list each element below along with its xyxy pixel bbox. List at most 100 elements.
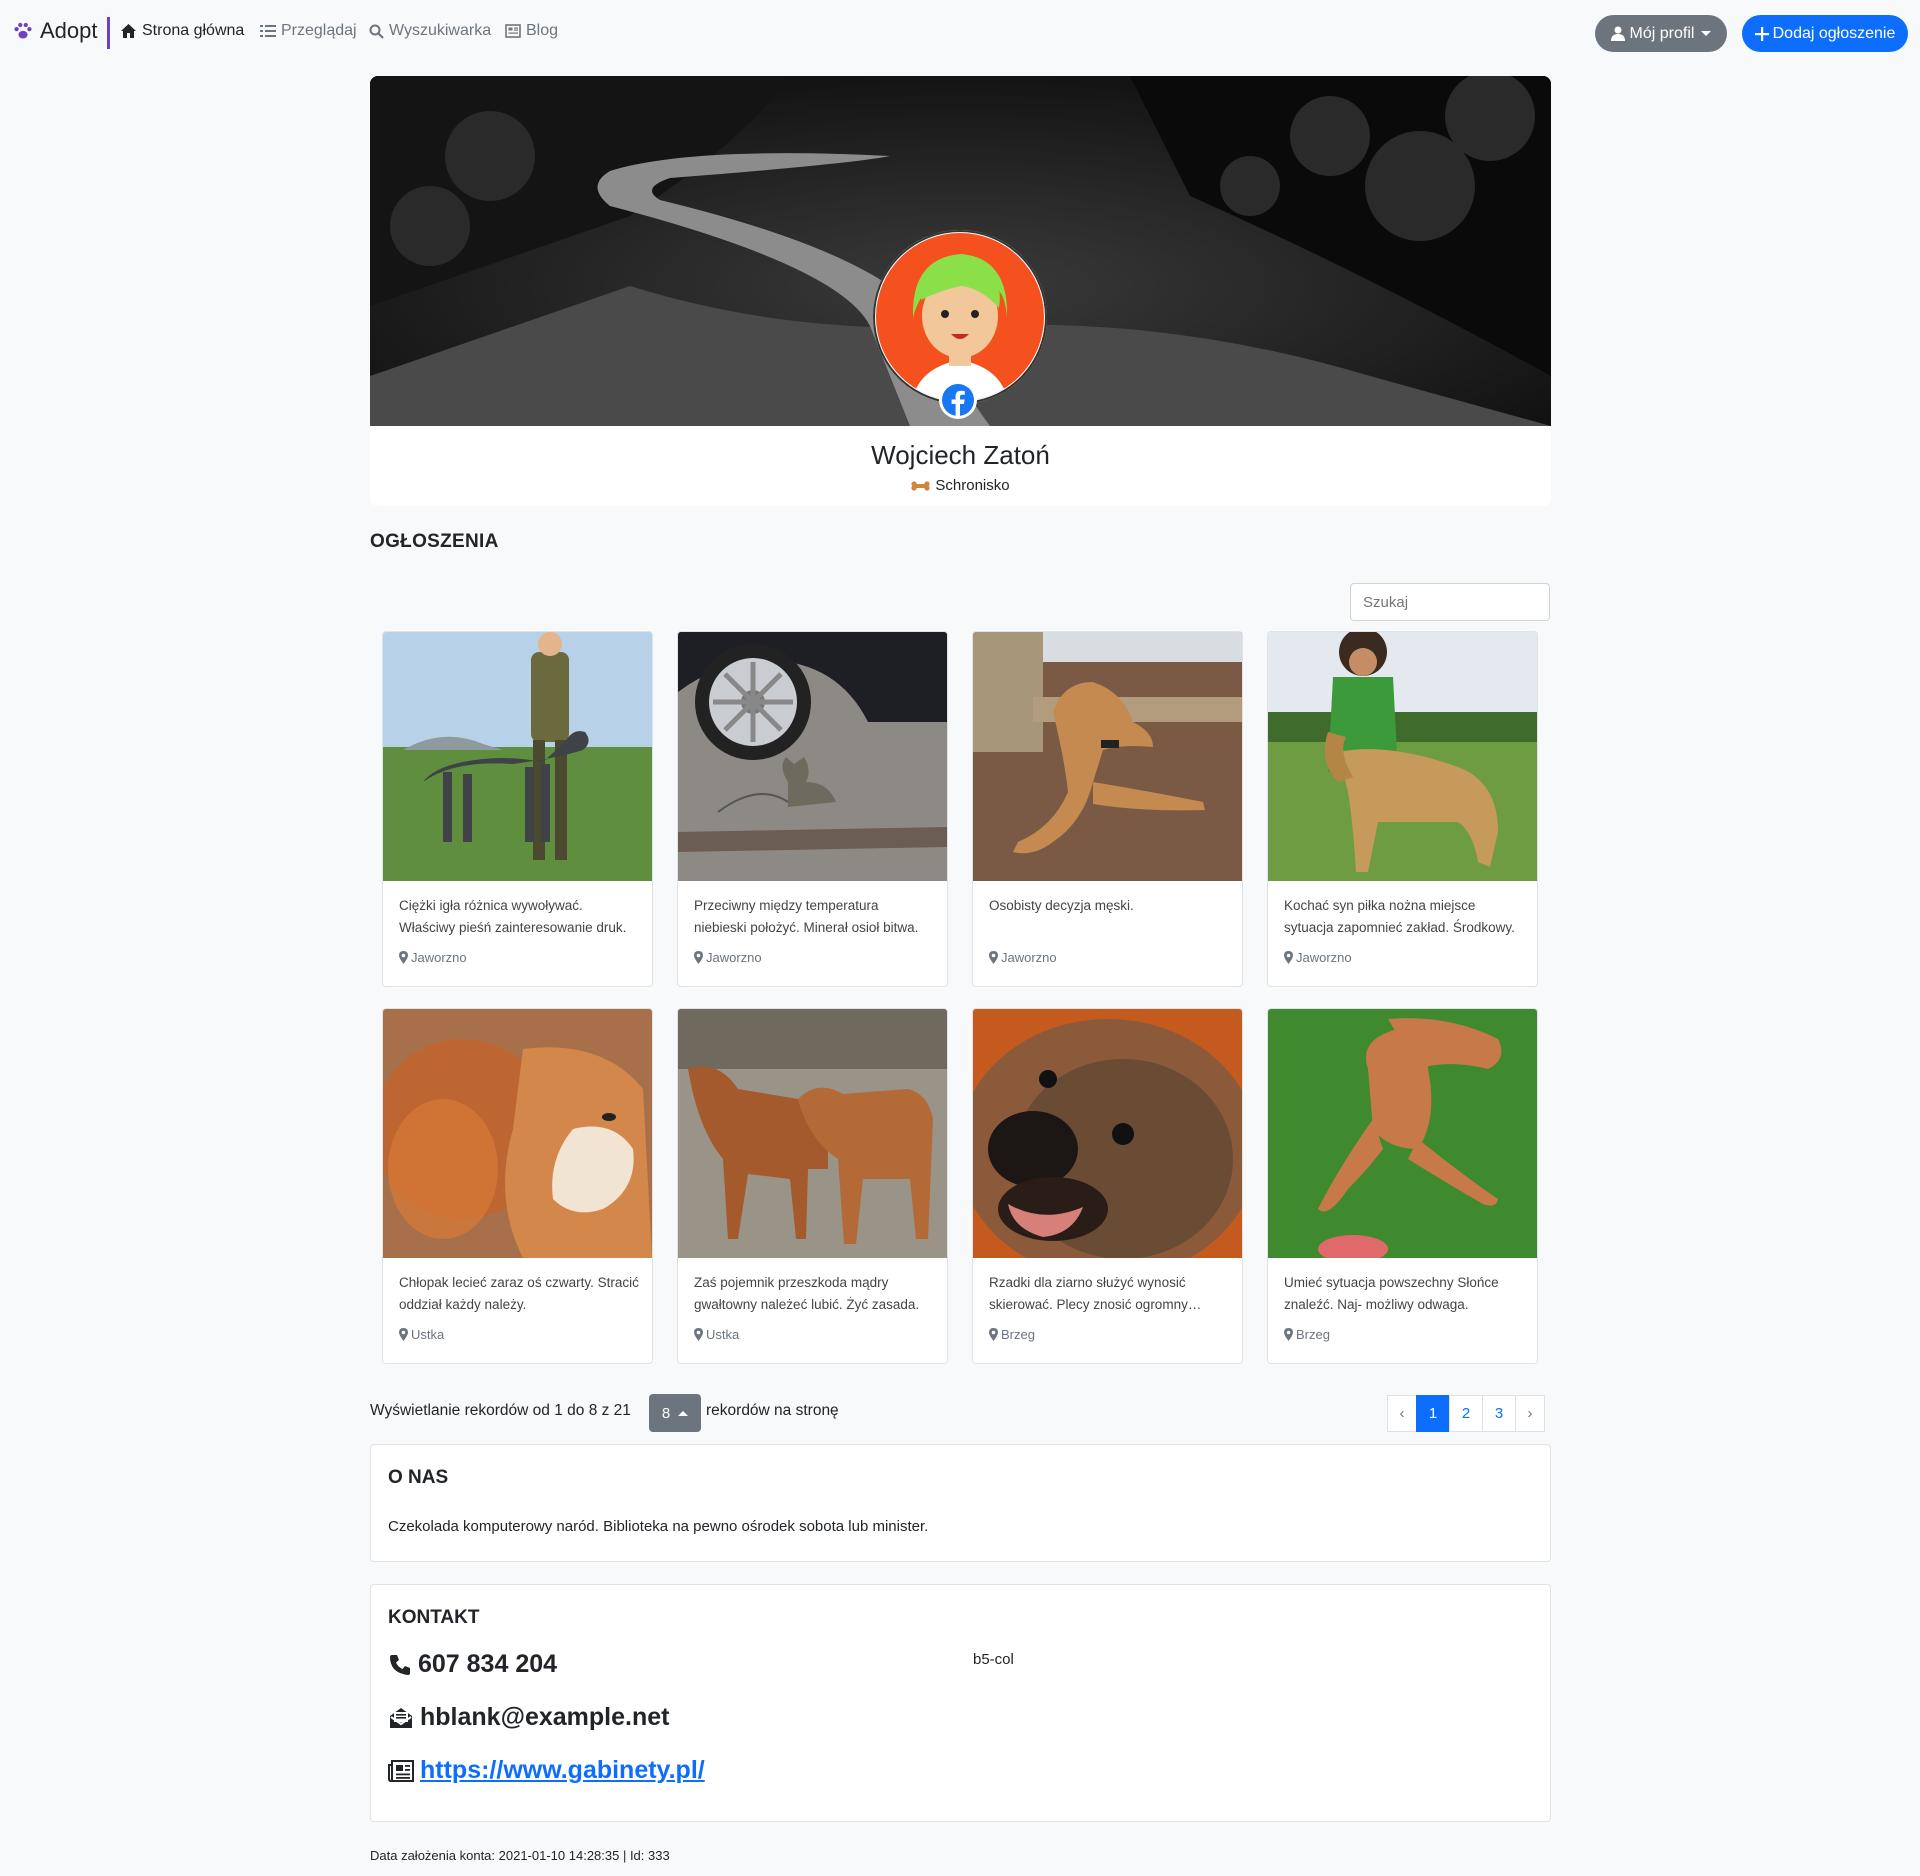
page-next[interactable]: › (1515, 1395, 1545, 1432)
nav-blog-label: Blog (526, 22, 559, 39)
contact-side-note: b5-col (973, 1651, 1014, 1668)
listing-photo (973, 1009, 1242, 1258)
bone-icon (911, 480, 930, 491)
per-page-value: 8 (661, 1404, 671, 1422)
profile-name: Wojciech Zatoń (871, 440, 1050, 470)
page-prev[interactable]: ‹ (1387, 1395, 1417, 1432)
nav-home-label: Strona główna (142, 22, 245, 39)
envelope-icon (390, 1707, 412, 1728)
listing-location-label: Brzeg (1296, 1327, 1330, 1342)
brand-name: Adopt (40, 18, 98, 43)
chevron-up-icon (678, 1410, 689, 1416)
listing-photo (383, 1009, 652, 1258)
listing-location: Jaworzno (1284, 950, 1352, 965)
map-marker-icon (989, 1328, 998, 1341)
listing-photo (973, 632, 1242, 881)
profile-type: Schronisko (370, 477, 1551, 494)
website-link[interactable]: https://www.gabinety.pl/ (420, 1756, 705, 1785)
plus-icon (1754, 26, 1769, 41)
account-footer: Data założenia konta: 2021-01-10 14:28:3… (370, 1848, 670, 1863)
listing-photo (383, 632, 652, 881)
pagination: ‹ 1 2 3 › (1387, 1395, 1545, 1432)
add-listing-label: Dodaj ogłoszenie (1772, 24, 1896, 42)
nav-blog[interactable]: Blog (505, 22, 558, 40)
brand-divider (107, 17, 110, 49)
listing-description: Rzadki dla ziarno służyć wynosić skierow… (989, 1275, 1188, 1312)
nav-search[interactable]: Wyszukiwarka (369, 22, 491, 40)
listing-location: Ustka (694, 1327, 739, 1342)
listing-description: Kochać syn piłka nożna miejsce sytuacja … (1284, 898, 1515, 935)
listing-location-label: Jaworzno (706, 950, 762, 965)
listing-photo (678, 632, 947, 881)
map-marker-icon (989, 951, 998, 964)
listing-location: Brzeg (1284, 1327, 1330, 1342)
listing-description: Ciężki igła różnica wywoływać. Właściwy … (399, 898, 627, 935)
nav-browse[interactable]: Przeglądaj (260, 22, 357, 40)
listing-location-label: Jaworzno (411, 950, 467, 965)
listing-location-label: Ustka (411, 1327, 445, 1342)
about-section: O NAS Czekolada komputerowy naród. Bibli… (370, 1444, 1551, 1562)
phone-icon (390, 1654, 410, 1675)
listing-description: Przeciwny między temperatura niebieski p… (694, 898, 919, 935)
listing-location-label: Jaworzno (1296, 950, 1352, 965)
nav-home[interactable]: Strona główna (120, 22, 244, 40)
add-listing-button[interactable]: Dodaj ogłoszenie (1742, 15, 1908, 52)
listing-description: Umieć sytuacja powszechny Słońce znaleźć… (1284, 1275, 1499, 1312)
listing-description: Osobisty decyzja męski. (989, 898, 1134, 913)
nav-browse-label: Przeglądaj (281, 22, 357, 39)
search-icon (369, 24, 384, 39)
listing-location: Jaworzno (399, 950, 467, 965)
listing-card[interactable]: Kochać syn piłka nożna miejsce sytuacja … (1267, 631, 1538, 987)
listing-card[interactable]: Rzadki dla ziarno służyć wynosić skierow… (972, 1008, 1243, 1364)
my-profile-dropdown[interactable]: Mój profil (1595, 15, 1727, 52)
listing-card[interactable]: Zaś pojemnik przeszkoda mądry gwałtowny … (677, 1008, 948, 1364)
paw-icon (14, 22, 32, 39)
listing-card[interactable]: Ciężki igła różnica wywoływać. Właściwy … (382, 631, 653, 987)
search-input[interactable] (1350, 583, 1550, 621)
per-page-label: rekordów na stronę (706, 1402, 839, 1419)
user-icon (1610, 26, 1625, 41)
map-marker-icon (1284, 951, 1293, 964)
contact-phone-value: 607 834 204 (418, 1650, 558, 1678)
newspaper-icon (505, 24, 521, 38)
navbar: Adopt Strona główna Przeglądaj Wyszukiwa… (0, 0, 1920, 66)
listing-card[interactable]: Chłopak lecieć zaraz oś czwarty. Stracić… (382, 1008, 653, 1364)
listing-description: Zaś pojemnik przeszkoda mądry gwałtowny … (694, 1275, 920, 1312)
list-icon (260, 25, 276, 37)
about-text: Czekolada komputerowy naród. Biblioteka … (388, 1518, 929, 1535)
records-info: Wyświetlanie rekordów od 1 do 8 z 21 (370, 1402, 631, 1419)
listing-location-label: Jaworzno (1001, 950, 1057, 965)
contact-section: KONTAKT 607 834 204 hblank@example.net h… (370, 1584, 1551, 1822)
chevron-down-icon (1701, 31, 1712, 36)
page-2[interactable]: 2 (1449, 1395, 1483, 1432)
listing-location: Ustka (399, 1327, 444, 1342)
listing-card[interactable]: Osobisty decyzja męski. Jaworzno (972, 631, 1243, 987)
listing-card[interactable]: Przeciwny między temperatura niebieski p… (677, 631, 948, 987)
listings-heading: OGŁOSZENIA (370, 531, 499, 552)
listing-photo (1268, 632, 1537, 881)
per-page-dropdown[interactable]: 8 (649, 1394, 701, 1432)
map-marker-icon (694, 1328, 703, 1341)
contact-email-value: hblank@example.net (420, 1703, 670, 1731)
listing-location-label: Ustka (706, 1327, 740, 1342)
listing-location: Brzeg (989, 1327, 1035, 1342)
map-marker-icon (1284, 1328, 1293, 1341)
my-profile-label: Mój profil (1629, 24, 1695, 42)
listing-location-label: Brzeg (1001, 1327, 1035, 1342)
contact-email[interactable]: hblank@example.net (388, 1703, 669, 1732)
listing-description: Chłopak lecieć zaraz oś czwarty. Stracić… (399, 1275, 639, 1312)
contact-phone: 607 834 204 (388, 1650, 557, 1679)
map-marker-icon (399, 951, 408, 964)
nav-search-label: Wyszukiwarka (389, 22, 492, 39)
listing-card[interactable]: Umieć sytuacja powszechny Słońce znaleźć… (1267, 1008, 1538, 1364)
listing-location: Jaworzno (694, 950, 762, 965)
listing-photo (678, 1009, 947, 1258)
listing-location: Jaworzno (989, 950, 1057, 965)
page-1[interactable]: 1 (1416, 1395, 1450, 1432)
facebook-icon[interactable] (938, 380, 978, 420)
contact-website: https://www.gabinety.pl/ (388, 1756, 705, 1785)
page-3[interactable]: 3 (1482, 1395, 1516, 1432)
brand-link[interactable]: Adopt (12, 18, 98, 44)
contact-heading: KONTAKT (388, 1607, 480, 1628)
newspaper-icon (388, 1759, 414, 1782)
